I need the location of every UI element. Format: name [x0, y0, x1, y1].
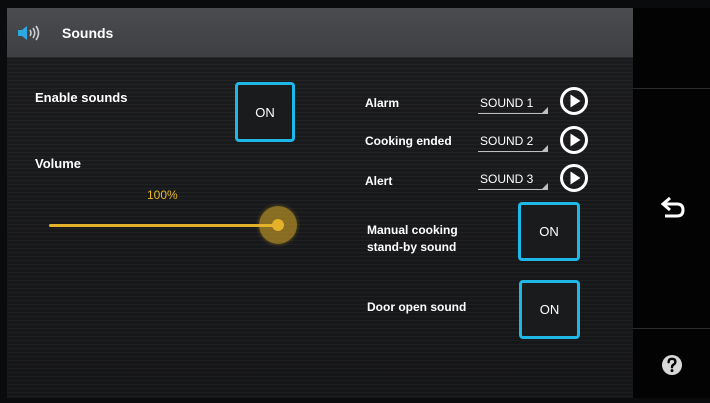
volume-slider-track[interactable] [49, 224, 279, 227]
play-icon[interactable] [559, 86, 589, 116]
sidebar-divider [633, 328, 710, 329]
alarm-label: Alarm [365, 96, 400, 110]
standby-sound-label-line2: stand-by sound [367, 240, 457, 254]
select-underline [478, 113, 548, 114]
right-sidebar [633, 8, 710, 398]
door-open-sound-label: Door open sound [367, 300, 467, 314]
cooking-ended-sound-select[interactable]: SOUND 2 [478, 132, 548, 152]
volume-slider-knob[interactable] [259, 206, 297, 244]
dropdown-corner-icon [542, 183, 548, 189]
standby-sound-label-line1: Manual cooking [367, 223, 458, 237]
door-open-sound-toggle[interactable]: ON [519, 280, 580, 339]
sidebar-divider [633, 88, 710, 89]
play-icon[interactable] [559, 125, 589, 155]
volume-label: Volume [35, 156, 81, 171]
dropdown-corner-icon [542, 107, 548, 113]
select-underline [478, 151, 548, 152]
screen: Sounds Enable sounds ON Volume 100% Alar… [0, 0, 710, 403]
volume-value: 100% [147, 188, 178, 202]
alarm-sound-value: SOUND 1 [480, 96, 534, 110]
alert-sound-value: SOUND 3 [480, 172, 534, 186]
alarm-sound-select[interactable]: SOUND 1 [478, 94, 548, 114]
cooking-ended-label: Cooking ended [365, 134, 452, 148]
select-underline [478, 189, 548, 190]
enable-sounds-label: Enable sounds [35, 90, 128, 105]
back-arrow-icon[interactable] [659, 193, 687, 221]
cooking-ended-sound-value: SOUND 2 [480, 134, 534, 148]
enable-sounds-value: ON [255, 104, 275, 120]
main-panel: Sounds Enable sounds ON Volume 100% Alar… [7, 8, 633, 398]
standby-sound-value: ON [539, 224, 559, 239]
standby-sound-label: Manual cooking stand-by sound [367, 222, 458, 256]
alert-label: Alert [365, 174, 393, 188]
page-title: Sounds [62, 25, 114, 41]
header-bar: Sounds [7, 8, 633, 58]
enable-sounds-toggle[interactable]: ON [235, 82, 295, 142]
dropdown-corner-icon [542, 145, 548, 151]
standby-sound-toggle[interactable]: ON [518, 202, 580, 261]
play-icon[interactable] [559, 163, 589, 193]
alert-sound-select[interactable]: SOUND 3 [478, 170, 548, 190]
speaker-icon [18, 25, 40, 41]
help-icon[interactable] [661, 354, 683, 376]
door-open-sound-value: ON [539, 302, 560, 317]
